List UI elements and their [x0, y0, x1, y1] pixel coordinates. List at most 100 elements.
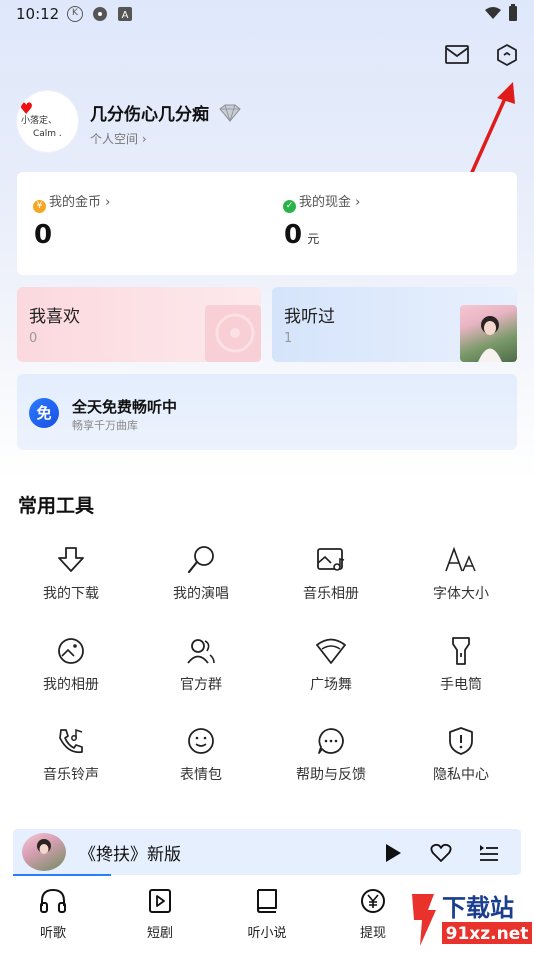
liked-count: 0: [29, 331, 38, 346]
nav-label: 提现: [359, 926, 386, 941]
tool-label: 隐私中心: [433, 767, 489, 783]
tool-my-downloads[interactable]: 我的下载: [16, 545, 126, 603]
vinyl-cover: [205, 305, 261, 362]
heart-icon[interactable]: [430, 843, 452, 863]
coins-label-row[interactable]: ¥ 我的金币 ›: [33, 191, 110, 213]
tool-square-dance[interactable]: 广场舞: [276, 636, 386, 694]
history-title: 我听过: [284, 307, 335, 327]
site-watermark: 下载站 91xz.net: [408, 888, 534, 950]
coins-label: 我的金币 ›: [49, 195, 111, 210]
album-cover: [460, 305, 517, 362]
book-icon: [257, 889, 277, 913]
vinyl-icon: [215, 313, 255, 353]
tool-privacy-center[interactable]: 隐私中心: [406, 726, 516, 784]
avatar-text-top: 小落定、: [21, 116, 58, 126]
tool-emoji[interactable]: 表情包: [146, 726, 256, 784]
tool-label: 我的演唱: [173, 586, 229, 602]
tool-label: 音乐相册: [303, 586, 359, 602]
history-card[interactable]: 我听过 1: [272, 287, 517, 362]
now-playing-cover[interactable]: [22, 833, 66, 871]
coin-icon: ¥: [33, 200, 46, 213]
svg-text:A: A: [122, 10, 129, 21]
music-album-icon: [317, 548, 345, 571]
emoji-icon: [188, 728, 214, 754]
short-drama-icon: [149, 889, 171, 913]
pinwheel-icon: [93, 7, 107, 21]
nav-label: 短剧: [146, 926, 173, 941]
font-size-icon: [445, 546, 476, 572]
microphone-icon: [187, 546, 214, 574]
withdraw-icon: [361, 889, 385, 913]
tool-flashlight[interactable]: 手电筒: [406, 636, 516, 694]
tool-my-singing[interactable]: 我的演唱: [146, 545, 256, 603]
free-badge: 免: [29, 398, 59, 428]
tool-label: 我的下载: [43, 586, 99, 602]
diamond-icon[interactable]: [217, 103, 243, 123]
tool-my-photos[interactable]: 我的相册: [16, 636, 126, 694]
ringtone-icon: [59, 728, 83, 754]
status-time: 10:12: [16, 5, 60, 23]
playlist-icon[interactable]: [478, 843, 500, 863]
free-listening-banner[interactable]: 免 全天免费畅听中 畅享千万曲库: [17, 374, 517, 450]
liked-songs-card[interactable]: 我喜欢 0: [17, 287, 261, 362]
nav-short-drama[interactable]: 短剧: [120, 888, 200, 941]
headphones-icon: [40, 888, 66, 913]
cash-label-row[interactable]: ✓ 我的现金 ›: [283, 191, 360, 213]
tool-help-feedback[interactable]: 帮助与反馈: [276, 726, 386, 784]
mini-player[interactable]: 《搀扶》新版: [13, 829, 521, 876]
username-text: 几分伤心几分痴: [90, 105, 209, 125]
playback-progress: [13, 874, 111, 876]
square-dance-icon: [316, 638, 346, 664]
nav-label: 听小说: [247, 926, 287, 941]
nav-withdraw[interactable]: 提现: [333, 888, 413, 941]
download-icon: [58, 547, 84, 572]
tool-music-album[interactable]: 音乐相册: [276, 545, 386, 603]
privacy-icon: [449, 727, 473, 755]
tool-font-size[interactable]: 字体大小: [406, 545, 516, 603]
tool-label: 表情包: [180, 767, 222, 783]
tool-official-group[interactable]: 官方群: [146, 636, 256, 694]
watermark-logo-icon: 下载站 91xz.net: [412, 894, 532, 946]
tool-ringtone[interactable]: 音乐铃声: [16, 726, 126, 784]
girl-photo-icon: [37, 839, 51, 854]
tool-label: 帮助与反馈: [296, 767, 366, 783]
tool-label: 字体大小: [433, 586, 489, 602]
tool-label: 广场舞: [310, 677, 352, 693]
play-icon[interactable]: [384, 843, 402, 863]
username[interactable]: 几分伤心几分痴: [90, 100, 243, 125]
free-subtitle: 畅享千万曲库: [72, 419, 138, 432]
history-count: 1: [284, 331, 293, 346]
settings-icon[interactable]: [496, 44, 518, 66]
svg-text:下载站: 下载站: [442, 894, 514, 922]
k-app-icon: K: [67, 6, 83, 22]
tool-label: 音乐铃声: [43, 767, 99, 783]
nav-audio-novels[interactable]: 听小说: [227, 888, 307, 941]
cash-label: 我的现金 ›: [299, 195, 361, 210]
free-title: 全天免费畅听中: [72, 398, 178, 416]
coins-value: 0: [34, 220, 53, 250]
tool-label: 官方群: [180, 677, 222, 693]
svg-text:91xz.net: 91xz.net: [446, 924, 529, 944]
cash-value: 0: [284, 220, 303, 250]
nav-listen-songs[interactable]: 听歌: [13, 888, 93, 941]
tools-section-title: 常用工具: [18, 495, 95, 517]
help-feedback-icon: [318, 728, 344, 754]
girl-photo-icon: [478, 316, 502, 362]
tool-label: 我的相册: [43, 677, 99, 693]
avatar[interactable]: ♥ 小落定、 Calm .: [17, 91, 78, 152]
mail-icon[interactable]: [445, 45, 469, 65]
battery-icon: [509, 4, 517, 21]
liked-title: 我喜欢: [29, 307, 80, 327]
wifi-icon: [485, 7, 501, 19]
group-icon: [187, 639, 215, 664]
nav-label: 听歌: [39, 926, 66, 941]
personal-space-link[interactable]: 个人空间 ›: [90, 130, 147, 147]
cash-unit: 元: [307, 232, 320, 246]
wallet-card: ¥ 我的金币 › 0 ✓ 我的现金 › 0 元: [17, 172, 517, 275]
tool-label: 手电筒: [440, 677, 482, 693]
cash-icon: ✓: [283, 200, 296, 213]
flashlight-icon: [452, 637, 470, 665]
cash-value-row: 0 元: [284, 220, 319, 250]
photo-album-icon: [58, 638, 84, 664]
a-app-icon: A: [118, 7, 132, 21]
